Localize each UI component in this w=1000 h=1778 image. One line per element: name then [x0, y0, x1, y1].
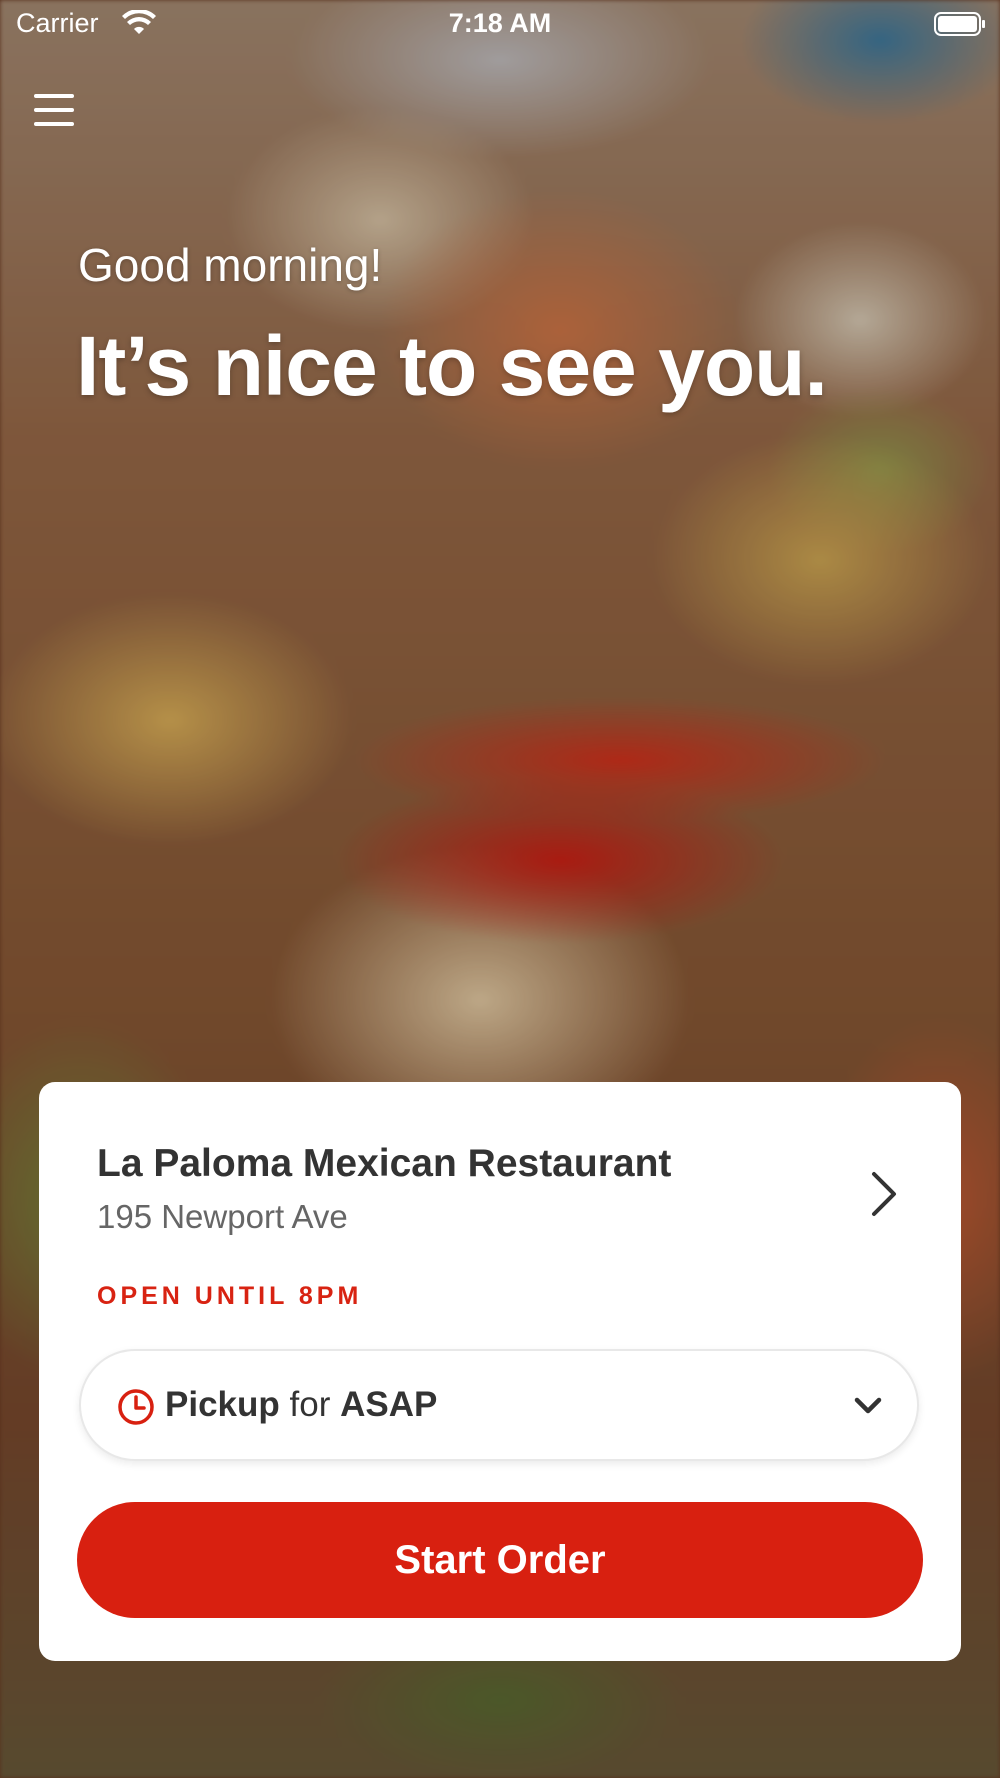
- chevron-down-icon: [854, 1397, 882, 1414]
- restaurant-card: La Paloma Mexican Restaurant 195 Newport…: [39, 1082, 961, 1661]
- order-time: ASAP: [340, 1385, 438, 1424]
- order-mode: Pickup: [165, 1385, 280, 1424]
- home-screen: Carrier 7:18 AM Good morning! It’s nice …: [0, 0, 1000, 1778]
- hamburger-menu-icon[interactable]: [34, 94, 74, 132]
- order-mode-connector: for: [289, 1385, 331, 1424]
- chevron-right-icon: [872, 1172, 896, 1216]
- order-time-dropdown[interactable]: Pickup for ASAP: [79, 1349, 919, 1461]
- start-order-button[interactable]: Start Order: [77, 1502, 923, 1618]
- battery-icon: [934, 12, 985, 36]
- restaurant-address: 195 Newport Ave: [97, 1198, 348, 1235]
- clock-icon: [118, 1389, 154, 1425]
- open-hours-status: OPEN UNTIL 8PM: [97, 1282, 363, 1310]
- restaurant-name: La Paloma Mexican Restaurant: [97, 1142, 672, 1185]
- welcome-headline: It’s nice to see you.: [76, 319, 828, 413]
- clock-time: 7:18 AM: [448, 8, 552, 38]
- order-mode-label: Pickup for ASAP: [165, 1385, 437, 1425]
- greeting-text: Good morning!: [78, 239, 383, 291]
- restaurant-selector[interactable]: La Paloma Mexican Restaurant 195 Newport…: [97, 1142, 921, 1262]
- status-bar: Carrier 7:18 AM: [0, 0, 1000, 50]
